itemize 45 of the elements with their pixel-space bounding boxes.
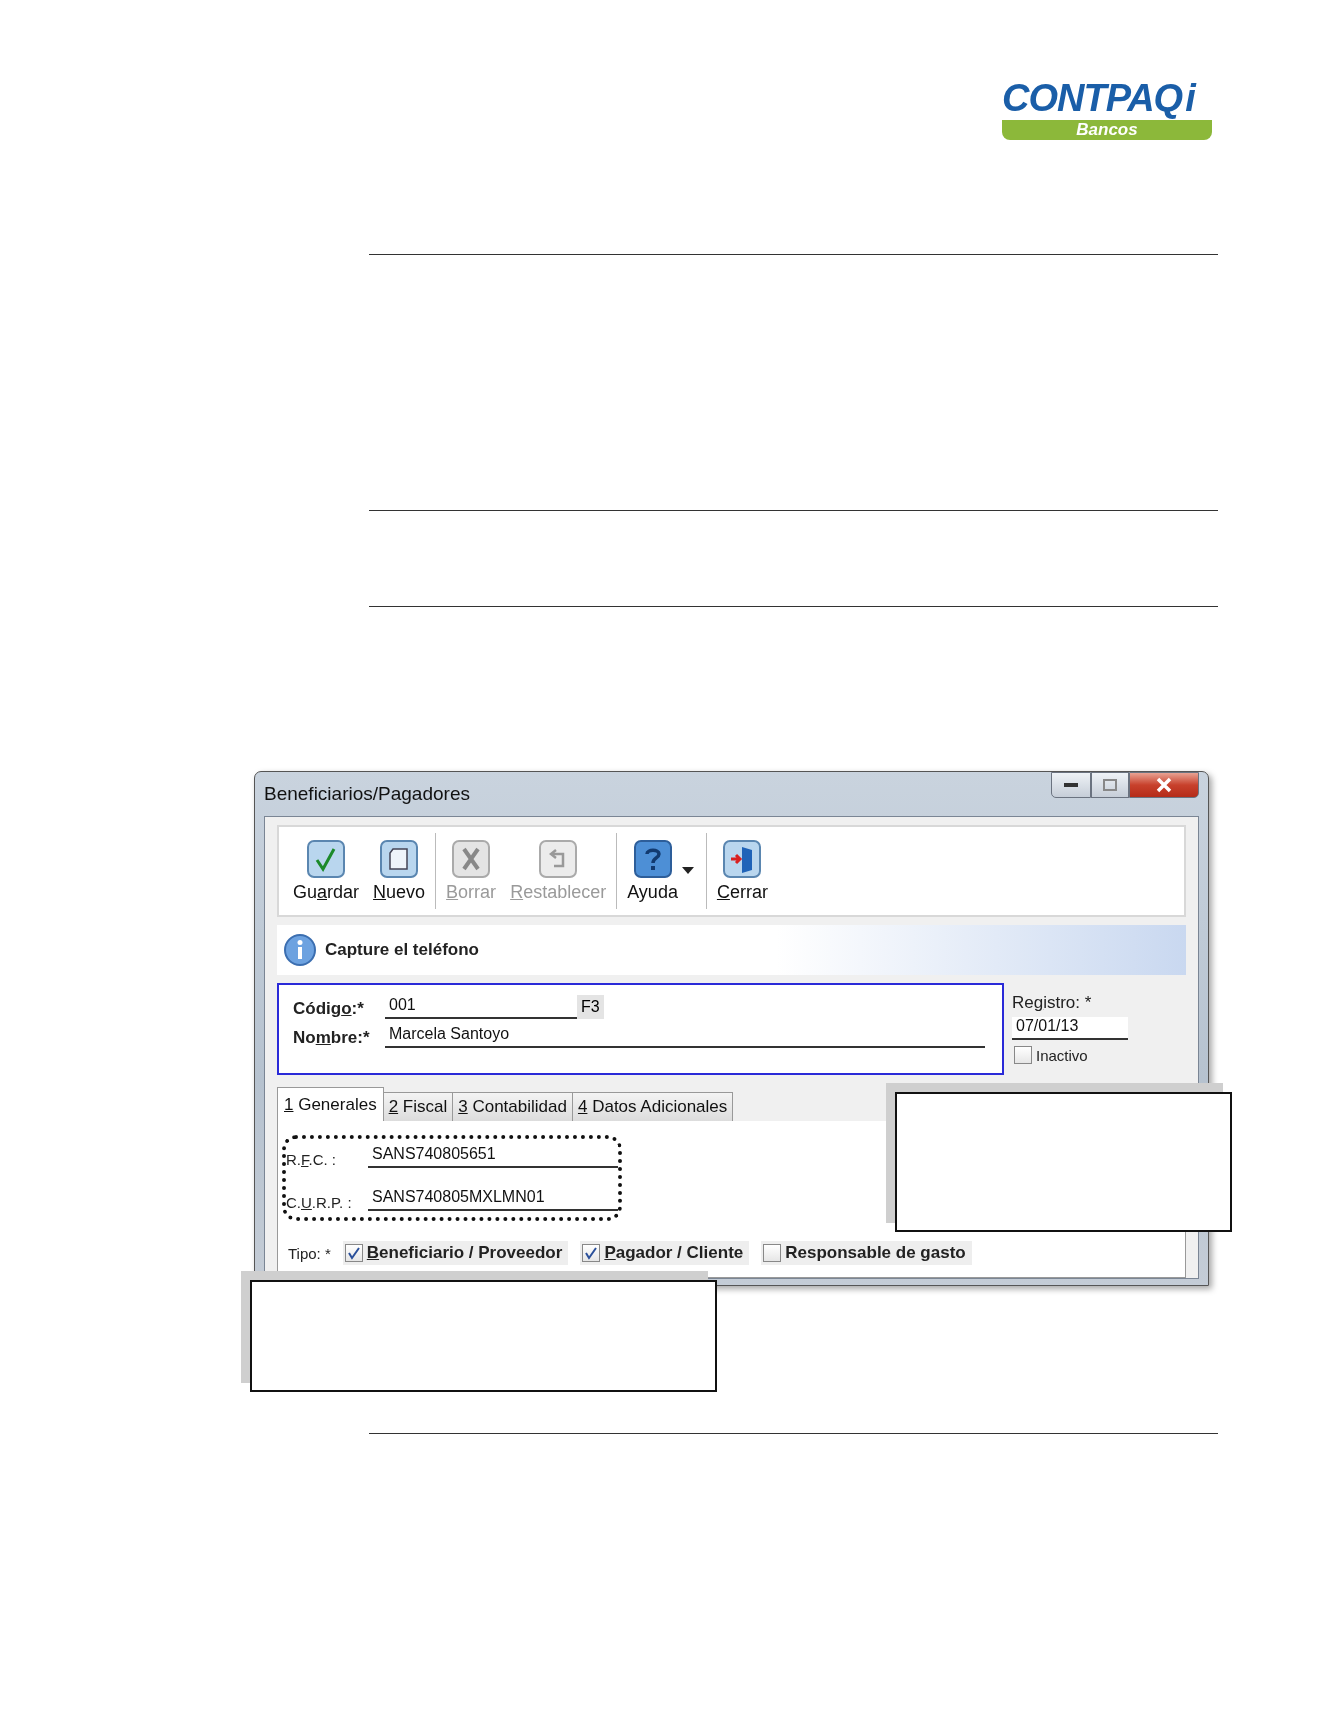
field-label: R.F.C. :	[286, 1151, 337, 1168]
field-label: Código:*	[293, 999, 365, 1019]
page-icon	[380, 839, 419, 878]
date-field[interactable]: 07/01/13	[1012, 1017, 1128, 1040]
tab[interactable]: 4 Datos Adicionales	[571, 1092, 734, 1122]
delete-icon	[452, 839, 491, 878]
toolbar-button[interactable]: Cerrar	[710, 833, 774, 909]
type-checkbox[interactable]: Responsable de gasto	[761, 1241, 972, 1265]
checkbox[interactable]	[763, 1244, 782, 1262]
toolbar-button[interactable]: Nuevo	[367, 833, 432, 909]
checkbox[interactable]	[582, 1244, 601, 1262]
field-label: C.U.R.P. :	[286, 1194, 353, 1211]
help-icon	[633, 839, 672, 878]
checkbox[interactable]	[1014, 1046, 1032, 1064]
info-message: Capture el teléfono	[325, 940, 479, 960]
checkbox[interactable]	[344, 1244, 363, 1262]
text-field[interactable]: SANS740805MXLMN01	[368, 1188, 618, 1211]
minimize-icon	[1064, 782, 1078, 788]
info-icon	[283, 933, 317, 967]
product-label: Bancos	[1002, 120, 1212, 140]
tab[interactable]: 2 Fiscal	[382, 1092, 454, 1122]
window-title: Beneficiarios/Pagadores	[264, 783, 470, 805]
minimize-button[interactable]	[1051, 772, 1091, 798]
text-field[interactable]: SANS740805651	[368, 1145, 618, 1168]
type-checkbox[interactable]: Beneficiario / Proveedor	[342, 1241, 569, 1265]
field-label: Nombre:*	[293, 1028, 371, 1048]
maximize-icon	[1103, 779, 1117, 791]
toolbar-button[interactable]: Guardar	[287, 833, 366, 909]
maximize-button[interactable]	[1091, 772, 1129, 798]
brand-logo: CONTPAQi	[1002, 78, 1195, 118]
toolbar-button[interactable]: Ayuda	[621, 833, 684, 909]
tab[interactable]: 1 Generales	[277, 1087, 384, 1122]
close-icon	[1155, 777, 1173, 793]
exit-icon	[723, 839, 762, 878]
lookup-key-button[interactable]: F3	[577, 995, 604, 1019]
undo-icon	[539, 839, 578, 878]
close-button[interactable]	[1129, 772, 1199, 798]
name-field[interactable]: Marcela Santoyo	[385, 1025, 985, 1048]
check-icon	[307, 839, 345, 878]
tab[interactable]: 3 Contabilidad	[452, 1092, 573, 1122]
field-label: Tipo: *	[288, 1244, 331, 1262]
code-field[interactable]: 001	[385, 996, 577, 1019]
type-checkbox[interactable]: Pagador / Cliente	[580, 1241, 750, 1265]
dropdown-caret-icon[interactable]	[681, 867, 694, 875]
field-label: Registro: *	[1012, 993, 1093, 1013]
